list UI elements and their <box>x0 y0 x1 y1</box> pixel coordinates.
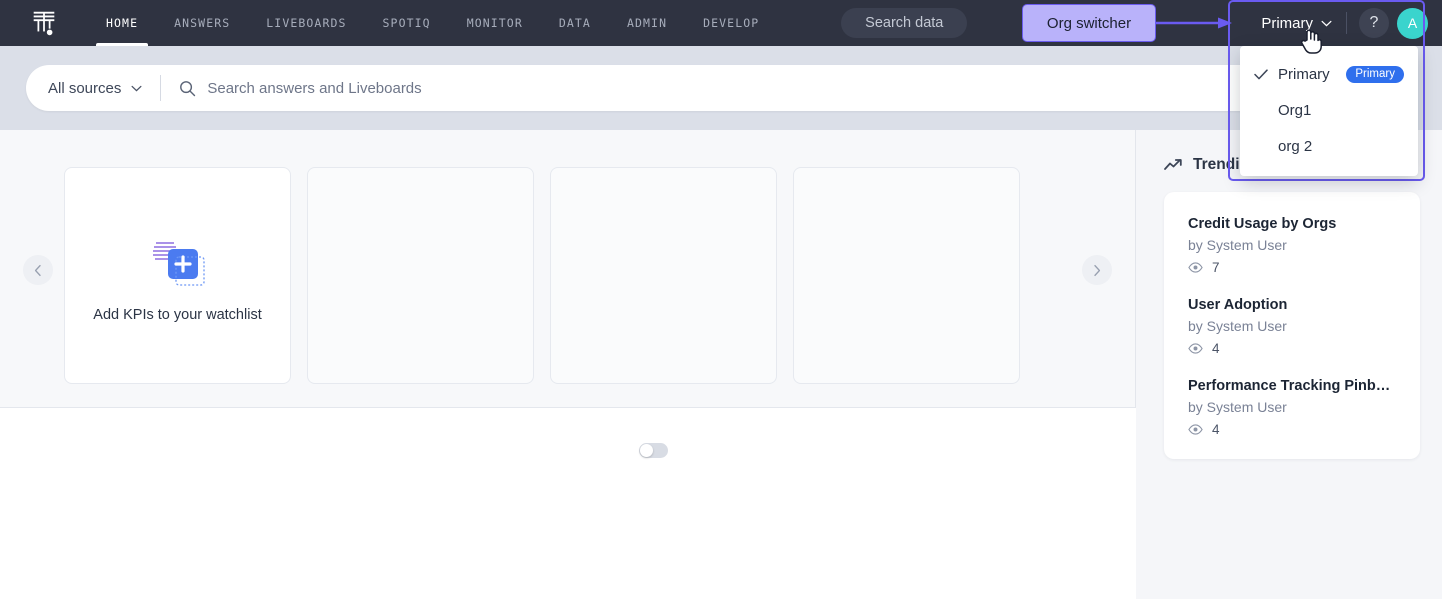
nav-right-cluster: Primary ? A <box>1247 0 1442 46</box>
search-input-placeholder[interactable]: Search answers and Liveboards <box>207 80 421 97</box>
liveboard-author: by System User <box>1188 237 1396 253</box>
liveboard-author: by System User <box>1188 399 1396 415</box>
check-icon <box>1254 69 1278 80</box>
org-switcher-button[interactable]: Primary <box>1247 0 1344 46</box>
liveboard-views-count: 4 <box>1212 422 1220 437</box>
search-divider <box>160 75 161 101</box>
org-menu-item-label: org 2 <box>1278 138 1404 155</box>
trending-liveboards-card: Credit Usage by Orgs by System User 7 Us… <box>1164 192 1420 459</box>
chevron-down-icon <box>1321 20 1332 27</box>
trending-liveboards-rail: Trending Liveboards Credit Usage by Orgs… <box>1136 130 1442 599</box>
org-menu-item-org1[interactable]: Org1 <box>1240 92 1418 128</box>
nav-item-spotiq-label: SPOTIQ <box>383 16 431 30</box>
add-kpi-label: Add KPIs to your watchlist <box>93 307 261 323</box>
nav-item-liveboards[interactable]: LIVEBOARDS <box>248 0 364 46</box>
eye-icon <box>1188 424 1203 435</box>
page-body: Add KPIs to your watchlist All Answers L… <box>0 130 1442 599</box>
list-item[interactable]: User Adoption by System User 4 <box>1188 297 1396 356</box>
chevron-left-icon <box>33 264 43 277</box>
primary-nav-items: HOME ANSWERS LIVEBOARDS SPOTIQ MONITOR D… <box>88 0 777 46</box>
trending-up-icon <box>1164 158 1183 172</box>
liveboard-name[interactable]: Performance Tracking Pinbo… <box>1188 378 1396 394</box>
nav-item-monitor[interactable]: MONITOR <box>449 0 541 46</box>
liveboard-views: 4 <box>1188 341 1396 356</box>
kpi-card-placeholder[interactable] <box>307 167 534 384</box>
all-sources-label: All sources <box>48 80 121 97</box>
eye-icon <box>1188 343 1203 354</box>
thoughtspot-logo-icon <box>29 8 59 38</box>
list-item[interactable]: Performance Tracking Pinbo… by System Us… <box>1188 378 1396 437</box>
nav-item-answers-label: ANSWERS <box>174 16 230 30</box>
chevron-down-icon <box>131 85 142 92</box>
nav-item-answers[interactable]: ANSWERS <box>156 0 248 46</box>
nav-item-spotiq[interactable]: SPOTIQ <box>365 0 449 46</box>
kpi-watchlist-section: Add KPIs to your watchlist <box>0 130 1135 408</box>
list-panel-background <box>0 408 1136 599</box>
org-switcher-menu: Primary Primary Org1 org 2 <box>1240 46 1418 176</box>
nav-item-home-label: HOME <box>106 16 138 30</box>
liveboard-author: by System User <box>1188 318 1396 334</box>
kpi-card-placeholder[interactable] <box>793 167 1020 384</box>
nav-item-liveboards-label: LIVEBOARDS <box>266 16 346 30</box>
nav-item-admin[interactable]: ADMIN <box>609 0 685 46</box>
avatar[interactable]: A <box>1397 8 1428 39</box>
nav-item-monitor-label: MONITOR <box>467 16 523 30</box>
avatar-initial: A <box>1408 15 1417 31</box>
help-icon: ? <box>1370 14 1379 32</box>
org-menu-item-org2[interactable]: org 2 <box>1240 128 1418 164</box>
nav-divider <box>1346 12 1347 34</box>
annotation-callout-label: Org switcher <box>1047 15 1131 32</box>
main-column: Add KPIs to your watchlist All Answers L… <box>0 130 1136 599</box>
kpi-card-placeholder[interactable] <box>550 167 777 384</box>
thoughtspot-home-page: HOME ANSWERS LIVEBOARDS SPOTIQ MONITOR D… <box>0 0 1442 599</box>
annotation-callout-org-switcher: Org switcher <box>1022 4 1156 42</box>
search-data-button[interactable]: Search data <box>841 8 967 38</box>
nav-item-admin-label: ADMIN <box>627 16 667 30</box>
nav-item-data-label: DATA <box>559 16 591 30</box>
liveboard-views: 7 <box>1188 260 1396 275</box>
global-search-bar[interactable]: All sources Search answers and Liveboard… <box>26 65 1416 111</box>
liveboard-name[interactable]: User Adoption <box>1188 297 1396 313</box>
nav-item-data[interactable]: DATA <box>541 0 609 46</box>
carousel-prev-button[interactable] <box>23 255 53 285</box>
liveboard-name[interactable]: Credit Usage by Orgs <box>1188 216 1396 232</box>
annotation-arrow-icon <box>1156 17 1234 29</box>
my-favorites-toggle[interactable] <box>639 443 668 458</box>
liveboard-views-count: 4 <box>1212 341 1220 356</box>
all-sources-selector[interactable]: All sources <box>48 80 142 97</box>
add-kpi-card[interactable]: Add KPIs to your watchlist <box>64 167 291 384</box>
eye-icon <box>1188 262 1203 273</box>
mouse-cursor-hand-icon <box>1300 28 1322 54</box>
check-icon-glyph <box>1254 69 1268 80</box>
search-data-label: Search data <box>865 15 943 31</box>
liveboard-views-count: 7 <box>1212 260 1220 275</box>
org-menu-item-primary[interactable]: Primary Primary <box>1240 56 1418 92</box>
nav-item-home[interactable]: HOME <box>88 0 156 46</box>
add-kpi-icon <box>146 229 210 293</box>
liveboard-views: 4 <box>1188 422 1396 437</box>
org-menu-item-label: Primary <box>1278 66 1346 83</box>
search-bar-row: All sources Search answers and Liveboard… <box>0 46 1442 130</box>
status-badge: Primary <box>1346 66 1404 83</box>
org-menu-item-label: Org1 <box>1278 102 1404 119</box>
carousel-next-button[interactable] <box>1082 255 1112 285</box>
list-item[interactable]: Credit Usage by Orgs by System User 7 <box>1188 216 1396 275</box>
nav-item-develop[interactable]: DEVELOP <box>685 0 777 46</box>
chevron-right-icon <box>1092 264 1102 277</box>
nav-item-develop-label: DEVELOP <box>703 16 759 30</box>
help-button[interactable]: ? <box>1359 8 1389 38</box>
kpi-card-list: Add KPIs to your watchlist <box>64 167 1020 384</box>
search-icon <box>179 80 196 97</box>
thoughtspot-logo[interactable] <box>0 0 88 46</box>
